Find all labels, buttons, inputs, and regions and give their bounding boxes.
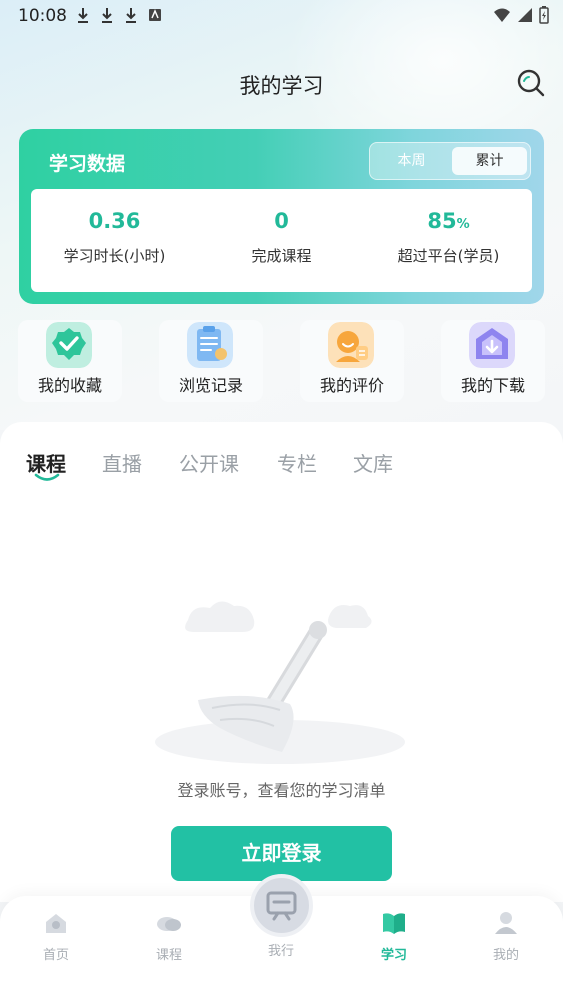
downloads-button[interactable]: 我的下载 — [441, 320, 545, 402]
period-toggle: 本周 累计 — [369, 142, 531, 180]
stat-value: 85% — [365, 209, 532, 235]
stat-percentile: 85% 超过平台(学员) — [365, 189, 532, 266]
check-badge-icon — [46, 322, 92, 368]
nav-label: 学习 — [380, 948, 407, 963]
quick-action-label: 我的收藏 — [37, 376, 102, 395]
nav-home[interactable]: 首页 — [16, 910, 96, 963]
wifi-icon — [494, 8, 510, 22]
keyboard-icon — [149, 9, 161, 21]
status-system-icons — [493, 6, 549, 24]
status-notification-icons — [76, 6, 162, 24]
download-icon — [126, 8, 136, 23]
status-time: 10:08 — [18, 6, 67, 26]
content-panel: 课程 直播 公开课 专栏 文库 登录账号，查看您的学习清单 立即登录 — [0, 422, 563, 902]
nav-profile[interactable]: 我的 — [466, 910, 546, 963]
nav-courses[interactable]: 课程 — [129, 910, 209, 963]
nav-study[interactable]: 学习 — [354, 910, 434, 963]
download-icon — [78, 8, 88, 23]
signal-icon — [518, 8, 532, 22]
course-icon — [157, 917, 181, 931]
book-icon — [383, 913, 405, 934]
stats-values: 0.36 学习时长(小时) 0 完成课程 85% 超过平台(学员) — [31, 189, 532, 292]
tab-active-indicator — [34, 473, 60, 481]
tab-open-courses[interactable]: 公开课 — [179, 448, 239, 477]
nav-label: 首页 — [42, 948, 69, 963]
search-icon — [517, 69, 545, 97]
learning-stats-card: 学习数据 本周 累计 0.36 学习时长(小时) 0 完成课程 85% 超过平台… — [19, 129, 544, 304]
battery-charging-icon — [539, 6, 549, 24]
download-house-icon — [469, 322, 515, 368]
nav-label: 我的 — [492, 948, 519, 963]
empty-state-text: 登录账号，查看您的学习清单 — [177, 781, 386, 800]
toggle-week[interactable]: 本周 — [374, 147, 449, 175]
nav-label: 课程 — [155, 948, 182, 963]
stat-label: 超过平台(学员) — [397, 247, 500, 265]
login-button[interactable]: 立即登录 — [171, 826, 392, 881]
search-button[interactable] — [516, 68, 546, 98]
stat-number: 85 — [427, 209, 457, 233]
tab-library[interactable]: 文库 — [353, 448, 393, 477]
quick-action-label: 我的下载 — [460, 376, 525, 395]
profile-icon — [495, 912, 517, 934]
page-title: 我的学习 — [239, 74, 324, 98]
quick-action-label: 我的评价 — [319, 376, 384, 395]
nav-center-button[interactable] — [250, 874, 313, 937]
comment-person-icon — [328, 322, 374, 368]
clipboard-icon — [187, 322, 233, 368]
toggle-total[interactable]: 累计 — [452, 147, 527, 175]
stat-study-hours: 0.36 学习时长(小时) — [31, 189, 198, 266]
stat-value: 0 — [274, 209, 289, 233]
stat-value: 0.36 — [88, 209, 141, 233]
nav-label: 我行 — [267, 944, 294, 959]
favorites-button[interactable]: 我的收藏 — [18, 320, 122, 402]
stat-completed-courses: 0 完成课程 — [198, 189, 365, 266]
empty-broom-illustration — [155, 601, 405, 764]
reviews-button[interactable]: 我的评价 — [300, 320, 404, 402]
status-bar: 10:08 — [0, 0, 563, 32]
home-icon — [46, 914, 66, 933]
tab-columns[interactable]: 专栏 — [277, 448, 317, 477]
stat-label: 完成课程 — [251, 247, 312, 265]
stat-unit: % — [456, 217, 470, 232]
quick-action-label: 浏览记录 — [178, 376, 243, 395]
history-button[interactable]: 浏览记录 — [159, 320, 263, 402]
tab-live[interactable]: 直播 — [102, 448, 142, 477]
board-icon — [266, 891, 297, 921]
stat-label: 学习时长(小时) — [63, 247, 166, 265]
stats-title: 学习数据 — [49, 153, 126, 175]
download-icon — [102, 8, 112, 23]
